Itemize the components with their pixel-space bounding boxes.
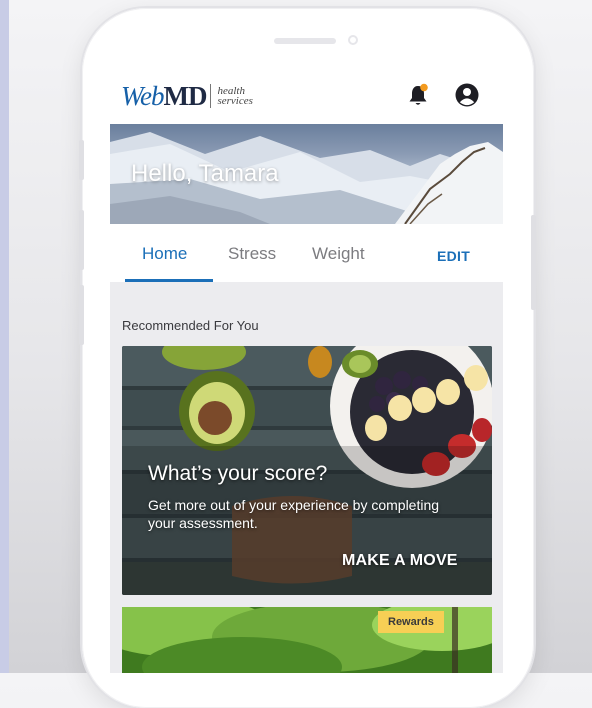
- logo-sub-line2: services: [217, 95, 253, 107]
- logo-divider: [210, 84, 212, 108]
- phone-side-button: [79, 140, 84, 180]
- logo-subtitle: health services: [217, 86, 253, 107]
- make-a-move-button[interactable]: MAKE A MOVE: [342, 552, 458, 570]
- card-heading: What’s your score?: [148, 462, 328, 485]
- edit-tabs-button[interactable]: EDIT: [437, 248, 470, 264]
- tab-bar: Home Stress Weight EDIT: [110, 224, 503, 282]
- webmd-health-services-logo[interactable]: Web MD health services: [121, 81, 253, 111]
- tab-home[interactable]: Home: [142, 244, 187, 264]
- phone-side-button: [531, 215, 536, 310]
- phone-side-button: [79, 210, 84, 270]
- card-body: Get more out of your experience by compl…: [148, 497, 440, 531]
- rewards-badge: Rewards: [378, 611, 444, 633]
- phone-side-button: [79, 285, 84, 345]
- app-header: Web MD health services: [110, 72, 503, 124]
- home-content: Recommended For You What’s your score? G…: [110, 282, 503, 673]
- recommended-card[interactable]: What’s your score? Get more out of your …: [122, 346, 492, 595]
- app-screen: Web MD health services Hello, Tamara Hom…: [110, 72, 503, 673]
- phone-camera: [348, 35, 358, 45]
- greeting-text: Hello, Tamara: [131, 160, 279, 187]
- logo-md-text: MD: [163, 80, 208, 111]
- bell-icon[interactable]: [407, 83, 429, 107]
- logo-web-text: Web: [121, 80, 164, 111]
- section-title: Recommended For You: [122, 318, 259, 333]
- tab-weight[interactable]: Weight: [312, 244, 365, 264]
- phone-speaker: [274, 38, 336, 44]
- hero-banner: Hello, Tamara: [110, 124, 503, 224]
- rewards-card[interactable]: Rewards: [122, 607, 492, 673]
- background-strip: [0, 0, 9, 673]
- user-circle-icon[interactable]: [455, 83, 479, 107]
- tab-stress[interactable]: Stress: [228, 244, 276, 264]
